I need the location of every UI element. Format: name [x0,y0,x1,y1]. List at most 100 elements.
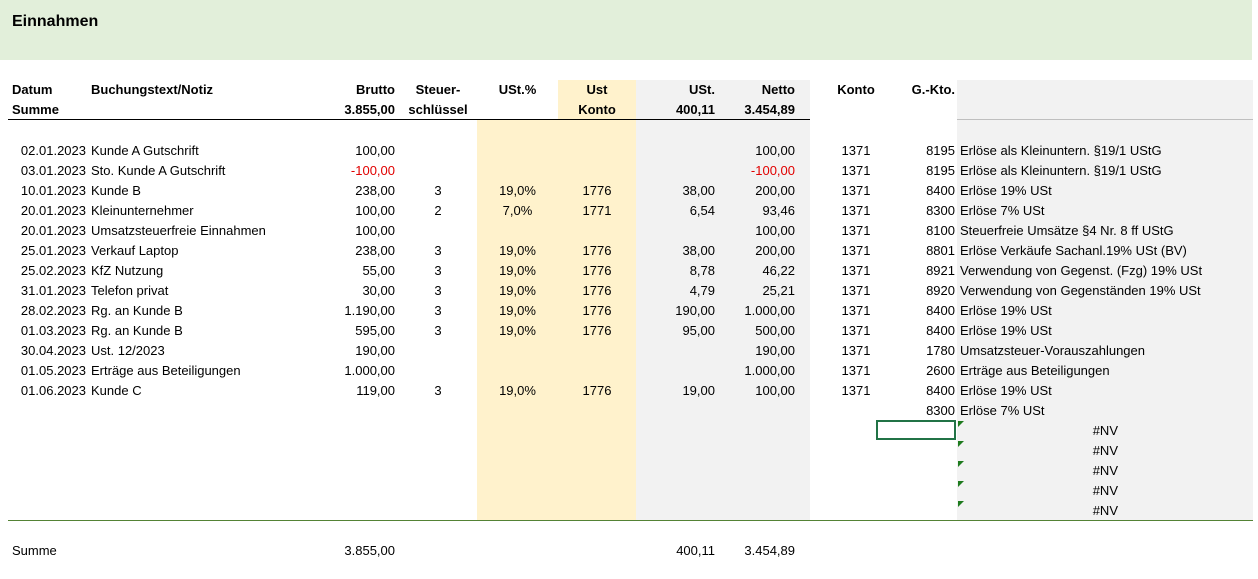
cell-ust-konto[interactable] [558,341,636,361]
cell-account-description[interactable]: Verwendung von Gegenständen 19% USt [960,281,1250,301]
cell-account-description[interactable]: Verwendung von Gegenst. (Fzg) 19% USt [960,261,1250,281]
cell-ust[interactable] [636,341,715,361]
cell-netto[interactable]: 25,21 [715,281,795,301]
cell-account-description[interactable]: Erlöse 19% USt [960,181,1250,201]
cell-buchungstext[interactable]: Erträge aus Beteiligungen [91,361,296,381]
cell-brutto[interactable]: 190,00 [300,341,395,361]
cell-account-description[interactable]: Erlöse 7% USt [960,201,1250,221]
cell-ust-konto[interactable]: 1771 [558,201,636,221]
cell-steuerschluessel[interactable]: 3 [400,241,476,261]
cell-netto[interactable]: -100,00 [715,161,795,181]
cell-ust[interactable] [636,401,715,421]
cell-ust-konto[interactable]: 1776 [558,261,636,281]
cell-brutto[interactable]: 55,00 [300,261,395,281]
cell-steuerschluessel[interactable] [400,161,476,181]
cell-gkto[interactable]: 8400 [880,381,955,401]
cell-account-description[interactable]: Erträge aus Beteiligungen [960,361,1250,381]
cell-ust-konto[interactable] [558,401,636,421]
cell-datum[interactable]: 31.01.2023 [12,281,86,301]
cell-ust-konto[interactable] [558,361,636,381]
cell-brutto[interactable]: 119,00 [300,381,395,401]
cell-netto[interactable]: 190,00 [715,341,795,361]
cell-ust[interactable] [636,361,715,381]
cell-ust-pct[interactable] [477,401,558,421]
cell-nv-error[interactable]: #NV [960,501,1118,521]
cell-gkto[interactable]: 2600 [880,361,955,381]
cell-brutto[interactable]: 1.000,00 [300,361,395,381]
cell-datum[interactable]: 01.06.2023 [12,381,86,401]
cell-ust-pct[interactable]: 19,0% [477,181,558,201]
cell-ust-konto[interactable]: 1776 [558,241,636,261]
cell-gkto[interactable]: 8801 [880,241,955,261]
cell-buchungstext[interactable]: Kunde B [91,181,296,201]
cell-ust-konto[interactable]: 1776 [558,181,636,201]
cell-steuerschluessel[interactable] [400,221,476,241]
cell-ust-konto[interactable]: 1776 [558,321,636,341]
cell-ust[interactable]: 190,00 [636,301,715,321]
cell-ust-pct[interactable]: 7,0% [477,201,558,221]
cell-netto[interactable]: 200,00 [715,181,795,201]
cell-account-description[interactable]: Erlöse 7% USt [960,401,1250,421]
cell-brutto[interactable]: 100,00 [300,221,395,241]
cell-ust-pct[interactable] [477,141,558,161]
cell-buchungstext[interactable] [91,401,296,421]
cell-datum[interactable] [12,401,86,421]
cell-account-description[interactable]: Umsatzsteuer-Vorauszahlungen [960,341,1250,361]
cell-brutto[interactable] [300,401,395,421]
cell-datum[interactable]: 25.01.2023 [12,241,86,261]
cell-brutto[interactable]: 238,00 [300,181,395,201]
cell-ust[interactable]: 4,79 [636,281,715,301]
cell-ust-pct[interactable] [477,361,558,381]
cell-ust-pct[interactable]: 19,0% [477,241,558,261]
summe-label[interactable]: Summe [12,100,59,120]
cell-ust[interactable]: 8,78 [636,261,715,281]
cell-buchungstext[interactable]: Ust. 12/2023 [91,341,296,361]
footer-summe-ust[interactable]: 400,11 [636,541,715,561]
cell-buchungstext[interactable]: KfZ Nutzung [91,261,296,281]
cell-steuerschluessel[interactable] [400,361,476,381]
cell-buchungstext[interactable]: Verkauf Laptop [91,241,296,261]
cell-ust-konto[interactable]: 1776 [558,301,636,321]
header-ust[interactable]: USt. [636,80,715,100]
header-steuerschluessel-line2[interactable]: schlüssel [400,100,476,120]
cell-datum[interactable]: 20.01.2023 [12,201,86,221]
header-datum[interactable]: Datum [12,80,52,100]
cell-steuerschluessel[interactable]: 2 [400,201,476,221]
cell-gkto[interactable]: 8100 [880,221,955,241]
cell-buchungstext[interactable]: Kunde C [91,381,296,401]
cell-gkto[interactable]: 1780 [880,341,955,361]
header-buchungstext[interactable]: Buchungstext/Notiz [91,80,213,100]
cell-buchungstext[interactable]: Telefon privat [91,281,296,301]
footer-summe-brutto[interactable]: 3.855,00 [300,541,395,561]
cell-buchungstext[interactable]: Kunde A Gutschrift [91,141,296,161]
cell-steuerschluessel[interactable]: 3 [400,321,476,341]
cell-ust[interactable]: 38,00 [636,181,715,201]
footer-summe-netto[interactable]: 3.454,89 [715,541,795,561]
cell-netto[interactable]: 1.000,00 [715,361,795,381]
cell-netto[interactable]: 46,22 [715,261,795,281]
cell-ust-pct[interactable] [477,341,558,361]
cell-ust-pct[interactable]: 19,0% [477,281,558,301]
cell-brutto[interactable]: 1.190,00 [300,301,395,321]
cell-datum[interactable]: 30.04.2023 [12,341,86,361]
cell-netto[interactable] [715,401,795,421]
cell-datum[interactable]: 01.03.2023 [12,321,86,341]
header-gkto[interactable]: G.-Kto. [880,80,955,100]
cell-buchungstext[interactable]: Kleinunternehmer [91,201,296,221]
cell-nv-error[interactable]: #NV [960,461,1118,481]
cell-buchungstext[interactable]: Sto. Kunde A Gutschrift [91,161,296,181]
cell-gkto[interactable]: 8400 [880,181,955,201]
cell-gkto[interactable]: 8921 [880,261,955,281]
cell-steuerschluessel[interactable]: 3 [400,381,476,401]
cell-datum[interactable]: 03.01.2023 [12,161,86,181]
cell-ust[interactable]: 6,54 [636,201,715,221]
cell-netto[interactable]: 93,46 [715,201,795,221]
cell-account-description[interactable]: Steuerfreie Umsätze §4 Nr. 8 ff UStG [960,221,1250,241]
cell-brutto[interactable]: 238,00 [300,241,395,261]
cell-gkto[interactable]: 8195 [880,141,955,161]
summe-netto[interactable]: 3.454,89 [715,100,795,120]
header-ust-konto-line2[interactable]: Konto [558,100,636,120]
header-ust-pct[interactable]: USt.% [477,80,558,100]
cell-ust-pct[interactable]: 19,0% [477,321,558,341]
cell-brutto[interactable]: -100,00 [300,161,395,181]
